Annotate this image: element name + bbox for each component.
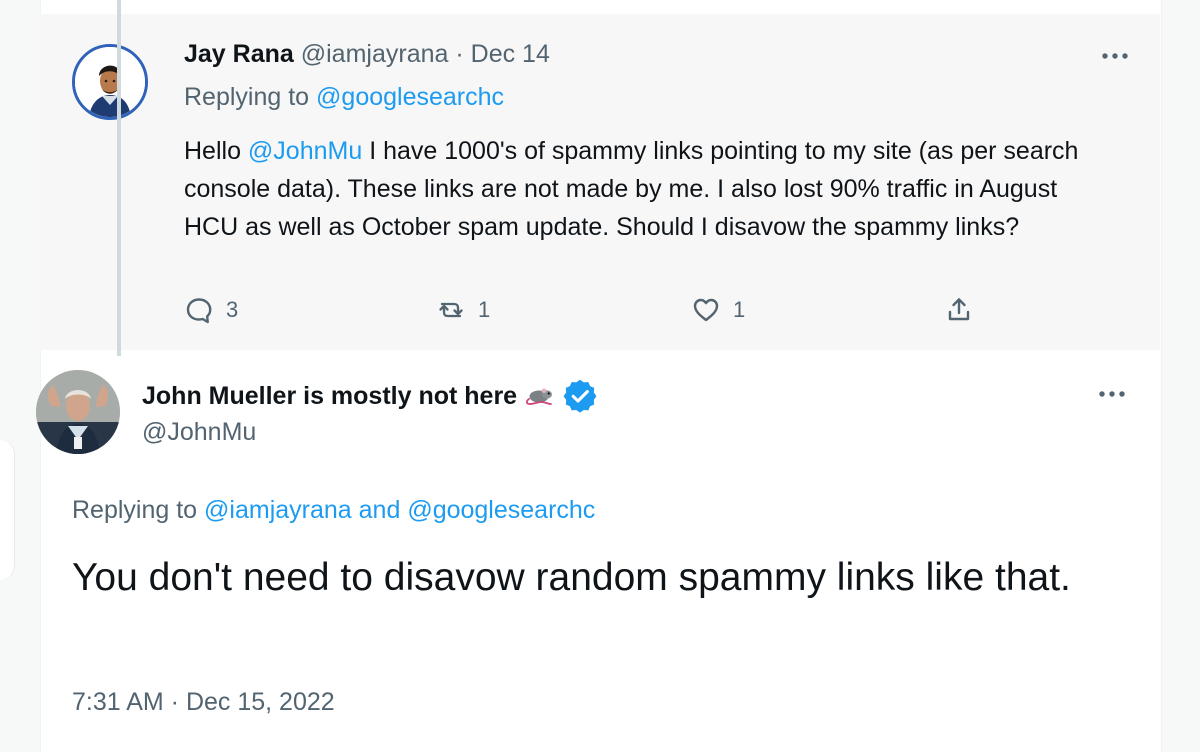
parent-handle[interactable]: @iamjayrana [301, 40, 449, 68]
parent-tweet-header: Jay Rana @iamjayrana · Dec 14 [184, 39, 550, 69]
parent-tweet-text: Hello @JohnMu I have 1000's of spammy li… [184, 132, 1104, 246]
parent-action-bar: 3 1 1 [184, 290, 1004, 330]
share-button[interactable] [944, 290, 974, 330]
reply-timestamp[interactable]: 7:31 AM · Dec 15, 2022 [72, 684, 335, 720]
heart-icon [693, 298, 719, 322]
more-options-icon [1102, 53, 1128, 59]
like-button[interactable]: 1 [691, 290, 745, 330]
thread-connector-line [117, 0, 121, 356]
reply-tweet-text: You don't need to disavow random spammy … [72, 556, 1071, 599]
avatar-jay-rana[interactable] [72, 44, 148, 120]
reply-more-options-button[interactable] [1095, 383, 1129, 405]
parent-replying-line: Replying to @googlesearchc [184, 82, 504, 112]
reply-button[interactable]: 3 [184, 290, 238, 330]
parent-replying-label: Replying to [184, 83, 310, 111]
reply-display-name[interactable]: John Mueller is mostly not here [142, 378, 517, 414]
parent-date[interactable]: Dec 14 [471, 40, 550, 68]
parent-separator: · [455, 40, 464, 68]
avatar-john-mueller-image [36, 370, 120, 454]
reply-icon [186, 298, 212, 324]
parent-text-before-mention: Hello [184, 137, 248, 165]
rat-emoji-icon [526, 388, 553, 405]
reply-replying-join: and [358, 496, 401, 524]
parent-display-name[interactable]: Jay Rana [184, 40, 294, 68]
retweet-button[interactable]: 1 [436, 290, 490, 330]
reply-count: 3 [226, 297, 239, 322]
verified-badge-icon [563, 379, 597, 413]
reply-display-name-row: John Mueller is mostly not here [142, 378, 597, 414]
retweet-icon [439, 302, 463, 318]
reply-replying-to-1-link[interactable]: @iamjayrana [204, 496, 352, 524]
reply-replying-to-2-link[interactable]: @googlesearchc [407, 496, 595, 524]
avatar-jay-rana-image [75, 47, 145, 117]
page-edge-shadow [0, 440, 15, 580]
like-count: 1 [733, 297, 746, 322]
reply-replying-label: Replying to [72, 496, 198, 524]
parent-replying-to-link[interactable]: @googlesearchc [316, 83, 504, 111]
avatar-john-mueller[interactable] [36, 370, 120, 454]
more-options-icon [1099, 391, 1125, 397]
share-icon [948, 298, 970, 321]
parent-mention-link[interactable]: @JohnMu [248, 137, 362, 165]
parent-more-options-button[interactable] [1098, 45, 1132, 67]
reply-handle[interactable]: @JohnMu [142, 414, 256, 450]
parent-tweet[interactable]: Jay Rana @iamjayrana · Dec 14 Replying t… [40, 14, 1160, 350]
reply-replying-line: Replying to @iamjayrana and @googlesearc… [72, 492, 595, 528]
retweet-count: 1 [478, 297, 491, 322]
